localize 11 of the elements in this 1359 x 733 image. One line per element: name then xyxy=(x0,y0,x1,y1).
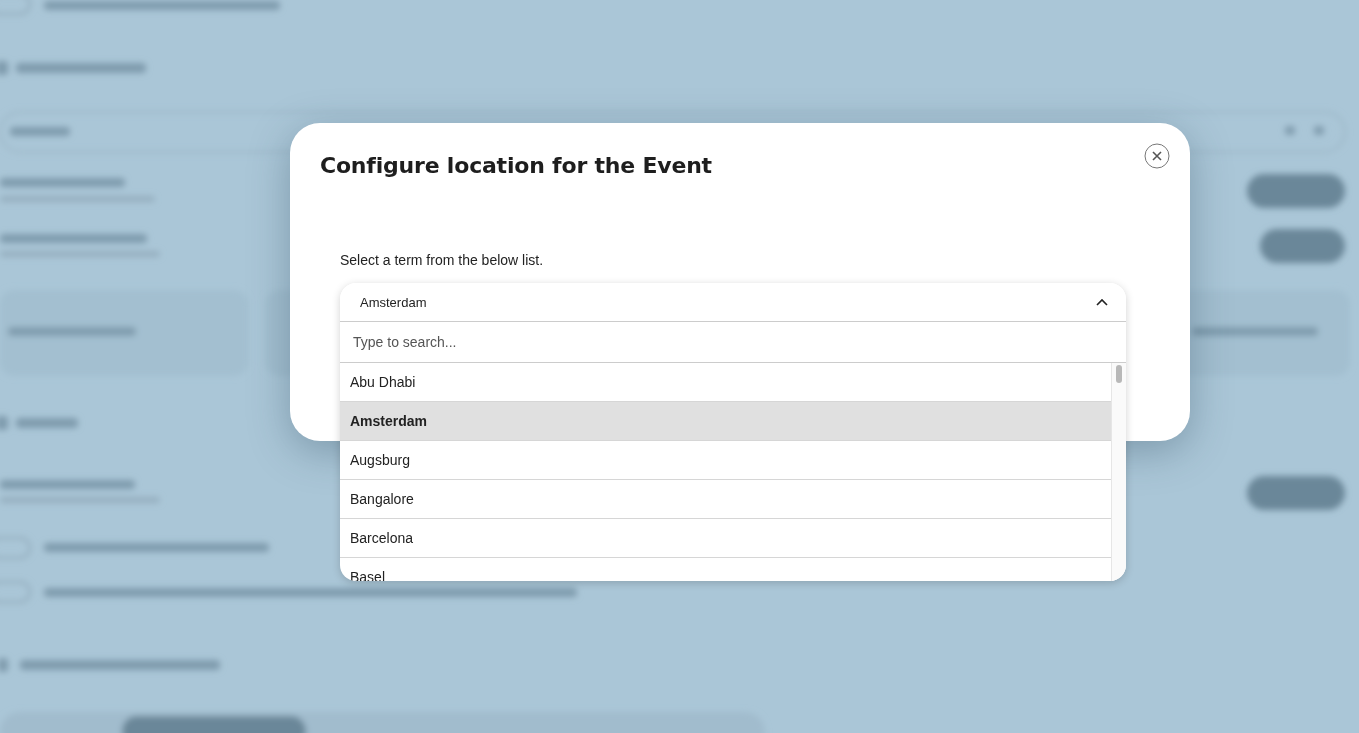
scrollbar[interactable] xyxy=(1111,363,1126,581)
dropdown-select[interactable]: Amsterdam xyxy=(340,283,1126,322)
close-button[interactable] xyxy=(1144,143,1170,169)
prompt-text: Select a term from the below list. xyxy=(340,252,544,268)
search-field[interactable]: Type to search... xyxy=(340,322,1126,363)
dropdown-option[interactable]: Barcelona xyxy=(340,519,1111,558)
dropdown-option[interactable]: Augsburg xyxy=(340,441,1111,480)
chevron-icon xyxy=(1096,298,1108,306)
dropdown-option[interactable]: Amsterdam xyxy=(340,402,1111,441)
dialog-title: Configure location for the Event xyxy=(320,153,712,178)
dropdown-option[interactable]: Bangalore xyxy=(340,480,1111,519)
